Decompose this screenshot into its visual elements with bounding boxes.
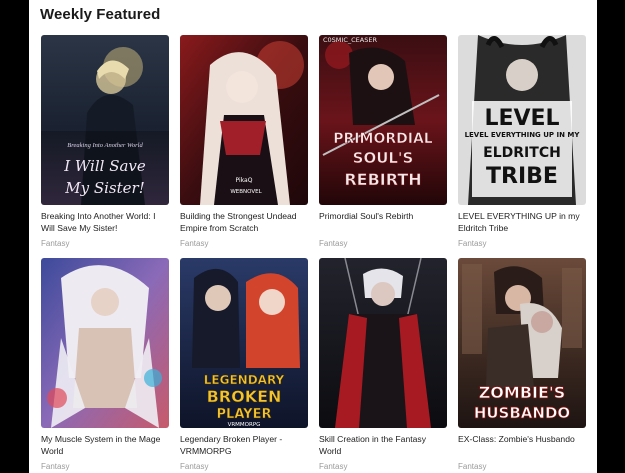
book-genre: Fantasy	[319, 462, 348, 471]
cover-art	[319, 258, 447, 428]
svg-text:LEVEL EVERYTHING UP IN MY: LEVEL EVERYTHING UP IN MY	[465, 131, 581, 139]
book-card[interactable]: PikaQ WEBNOVEL Building the Strongest Un…	[180, 35, 308, 248]
book-title[interactable]: Skill Creation in the Fantasy World	[319, 434, 447, 457]
cover-art: C0SMIC_CEASER PRIMORDIAL SOUL'S REBIRTH	[319, 35, 447, 205]
book-cover[interactable]: C0SMIC_CEASER PRIMORDIAL SOUL'S REBIRTH	[319, 35, 447, 205]
book-genre: Fantasy	[180, 239, 209, 248]
book-title[interactable]: Building the Strongest Undead Empire fro…	[180, 211, 308, 234]
book-card[interactable]: ZOMBIE'S HUSBANDO EX-Class: Zombie's Hus…	[458, 258, 586, 471]
book-card[interactable]: Skill Creation in the Fantasy World Fant…	[319, 258, 447, 471]
cover-art: ZOMBIE'S HUSBANDO	[458, 258, 586, 428]
book-card[interactable]: C0SMIC_CEASER PRIMORDIAL SOUL'S REBIRTH …	[319, 35, 447, 248]
book-title[interactable]: My Muscle System in the Mage World	[41, 434, 169, 457]
book-title[interactable]: Legendary Broken Player - VRMMORPG	[180, 434, 308, 457]
book-cover[interactable]: LEVEL LEVEL EVERYTHING UP IN MY ELDRITCH…	[458, 35, 586, 205]
svg-text:ELDRITCH: ELDRITCH	[483, 145, 561, 161]
book-title[interactable]: LEVEL EVERYTHING UP in my Eldritch Tribe	[458, 211, 586, 234]
book-title[interactable]: Primordial Soul's Rebirth	[319, 211, 447, 234]
book-genre: Fantasy	[458, 462, 487, 471]
book-title[interactable]: Breaking Into Another World: I Will Save…	[41, 211, 169, 234]
svg-text:ZOMBIE'S: ZOMBIE'S	[479, 383, 566, 402]
book-cover[interactable]: PikaQ WEBNOVEL	[180, 35, 308, 205]
svg-text:SOUL'S: SOUL'S	[353, 149, 414, 167]
svg-text:REBIRTH: REBIRTH	[344, 170, 421, 189]
svg-text:I Will Save: I Will Save	[63, 157, 146, 175]
book-cover[interactable]	[319, 258, 447, 428]
book-genre: Fantasy	[180, 462, 209, 471]
svg-text:HUSBANDO: HUSBANDO	[474, 404, 570, 422]
svg-text:PRIMORDIAL: PRIMORDIAL	[333, 131, 433, 147]
book-genre: Fantasy	[41, 239, 70, 248]
svg-text:BROKEN: BROKEN	[207, 387, 282, 406]
svg-text:VRMMORPG: VRMMORPG	[228, 422, 261, 428]
svg-text:PikaQ: PikaQ	[236, 177, 253, 184]
book-card[interactable]: LEVEL LEVEL EVERYTHING UP IN MY ELDRITCH…	[458, 35, 586, 248]
cover-art: LEVEL LEVEL EVERYTHING UP IN MY ELDRITCH…	[458, 35, 586, 205]
cover-art: Breaking Into Another World I Will Save …	[41, 35, 169, 205]
book-genre: Fantasy	[319, 239, 348, 248]
book-card[interactable]: Breaking Into Another World I Will Save …	[41, 35, 169, 248]
svg-text:My Sister!: My Sister!	[64, 179, 144, 197]
cover-art: LEGENDARY BROKEN PLAYER VRMMORPG	[180, 258, 308, 428]
svg-text:LEGENDARY: LEGENDARY	[204, 373, 285, 387]
book-cover[interactable]: ZOMBIE'S HUSBANDO	[458, 258, 586, 428]
svg-text:LEVEL: LEVEL	[484, 106, 559, 131]
cover-subtitle: Breaking Into Another World	[67, 142, 143, 149]
book-grid: Breaking Into Another World I Will Save …	[41, 35, 586, 471]
book-card[interactable]: LEGENDARY BROKEN PLAYER VRMMORPG Legenda…	[180, 258, 308, 471]
svg-text:WEBNOVEL: WEBNOVEL	[230, 189, 262, 195]
book-cover[interactable]	[41, 258, 169, 428]
book-card[interactable]: My Muscle System in the Mage World Fanta…	[41, 258, 169, 471]
cover-art: PikaQ WEBNOVEL	[180, 35, 308, 205]
book-cover[interactable]: Breaking Into Another World I Will Save …	[41, 35, 169, 205]
weekly-featured-panel: Weekly Featured Breaking Into Another Wo…	[29, 0, 597, 473]
svg-text:PLAYER: PLAYER	[217, 407, 272, 422]
svg-text:C0SMIC_CEASER: C0SMIC_CEASER	[323, 36, 377, 44]
book-genre: Fantasy	[458, 239, 487, 248]
book-genre: Fantasy	[41, 462, 70, 471]
cover-art	[41, 258, 169, 428]
book-cover[interactable]: LEGENDARY BROKEN PLAYER VRMMORPG	[180, 258, 308, 428]
section-title: Weekly Featured	[40, 6, 161, 23]
svg-text:TRIBE: TRIBE	[486, 164, 558, 189]
book-title[interactable]: EX-Class: Zombie's Husbando	[458, 434, 586, 457]
